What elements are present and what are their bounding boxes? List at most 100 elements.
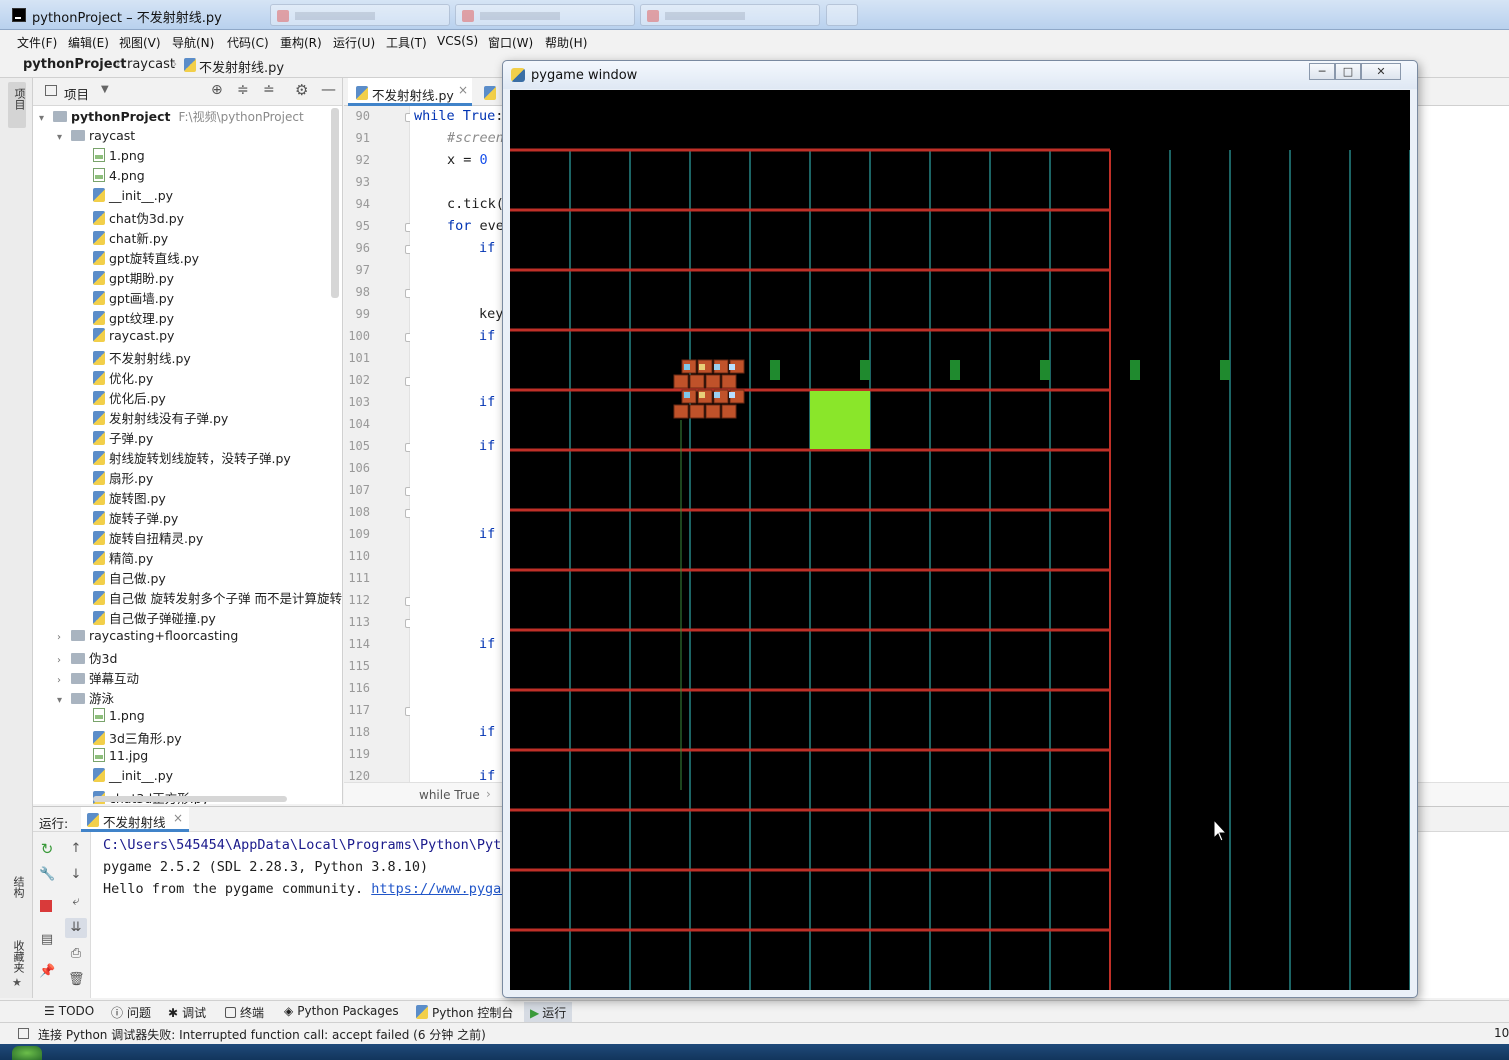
chevron-down-icon[interactable]: ▼ xyxy=(101,84,109,95)
tree-file[interactable]: gpt旋转直线.py xyxy=(93,248,199,268)
favorites-tool-button[interactable]: 收藏夹 xyxy=(10,940,26,973)
tree-file[interactable]: 旋转图.py xyxy=(93,488,166,508)
tree-file[interactable]: 旋转子弹.py xyxy=(93,508,178,528)
tree-file[interactable]: gpt画墙.py xyxy=(93,288,174,308)
debug-tool-button[interactable]: ✱ 调试 xyxy=(168,1004,206,1021)
start-button[interactable] xyxy=(12,1046,42,1060)
scope-breadcrumb[interactable]: while True xyxy=(419,788,480,802)
tree-folder[interactable]: ▾ 游泳 xyxy=(57,688,114,708)
menu-view[interactable]: 视图(V) xyxy=(119,34,161,51)
print-icon[interactable]: ⎙ xyxy=(68,946,84,962)
status-message[interactable]: 连接 Python 调试器失败: Interrupted function ca… xyxy=(38,1026,486,1043)
breadcrumb-project[interactable]: pythonProject xyxy=(23,57,127,72)
stop-icon[interactable] xyxy=(40,900,52,912)
tree-file[interactable]: gpt期盼.py xyxy=(93,268,174,288)
project-tool-button[interactable]: 项目 xyxy=(8,82,26,128)
chevron-down-icon[interactable]: ▾ xyxy=(57,695,71,706)
chevron-down-icon[interactable]: ▾ xyxy=(57,132,71,143)
menu-window[interactable]: 窗口(W) xyxy=(488,34,533,51)
tree-root[interactable]: ▾ pythonProject F:\视频\pythonProject xyxy=(39,108,304,128)
tree-file[interactable]: chat伪3d.py xyxy=(93,208,184,228)
pygame-title-bar[interactable]: pygame window ─ □ ✕ xyxy=(503,61,1417,89)
run-tool-button[interactable]: ▶ 运行 xyxy=(524,1002,573,1023)
tree-file[interactable]: 自己做.py xyxy=(93,568,166,588)
background-window-tab[interactable] xyxy=(455,4,635,26)
menu-file[interactable]: 文件(F) xyxy=(17,34,57,51)
tree-file[interactable]: 自己做子弹碰撞.py xyxy=(93,608,216,628)
todo-tool-button[interactable]: ☰ TODO xyxy=(44,1004,94,1018)
background-window-tab[interactable] xyxy=(270,4,450,26)
menu-navigate[interactable]: 导航(N) xyxy=(172,34,214,51)
python-packages-tool-button[interactable]: ◈ Python Packages xyxy=(284,1004,399,1018)
pin-icon[interactable]: 📌 xyxy=(39,964,55,980)
editor-tab-active[interactable]: 不发射射线.py × xyxy=(348,78,472,106)
menu-run[interactable]: 运行(U) xyxy=(333,34,375,51)
rerun-icon[interactable]: ↻ xyxy=(39,841,55,857)
scroll-to-end-icon[interactable]: ⇊ xyxy=(65,918,87,938)
tree-file[interactable]: 优化后.py xyxy=(93,388,166,408)
tree-file[interactable]: 不发射射线.py xyxy=(93,348,191,368)
minimize-button[interactable]: ─ xyxy=(1309,63,1335,80)
gear-icon[interactable]: ⚙ xyxy=(295,81,308,99)
menu-refactor[interactable]: 重构(R) xyxy=(280,34,322,51)
tree-file[interactable]: gpt纹理.py xyxy=(93,308,174,328)
chevron-right-icon[interactable]: › xyxy=(57,632,71,643)
tree-file[interactable]: 自己做 旋转发射多个子弹 而不是计算旋转射 xyxy=(93,588,342,608)
chevron-right-icon[interactable]: › xyxy=(57,655,71,666)
tree-file[interactable]: 11.jpg xyxy=(93,748,148,768)
tree-file[interactable]: 发射射线没有子弹.py xyxy=(93,408,228,428)
minimize-icon[interactable]: — xyxy=(321,80,336,98)
pygame-window[interactable]: pygame window ─ □ ✕ xyxy=(502,60,1418,998)
new-tab-button[interactable] xyxy=(826,4,858,26)
collapse-all-icon[interactable]: ≐ xyxy=(263,82,275,98)
layout-icon[interactable]: ▤ xyxy=(39,932,55,948)
arrow-up-icon[interactable]: ↑ xyxy=(68,841,84,857)
tree-folder[interactable]: ▾ raycast xyxy=(57,128,135,148)
menu-help[interactable]: 帮助(H) xyxy=(545,34,587,51)
console-link[interactable]: https://www.pygam xyxy=(371,881,509,897)
toggle-tool-windows-icon[interactable] xyxy=(18,1028,29,1039)
maximize-button[interactable]: □ xyxy=(1335,63,1361,80)
breadcrumb-folder[interactable]: raycast xyxy=(127,57,175,72)
menu-tools[interactable]: 工具(T) xyxy=(386,34,427,51)
problems-tool-button[interactable]: ⓘ 问题 xyxy=(111,1004,151,1021)
structure-tool-button[interactable]: 结构 xyxy=(10,876,26,898)
soft-wrap-icon[interactable]: ⤶ xyxy=(68,894,84,910)
arrow-down-icon[interactable]: ↓ xyxy=(68,867,84,883)
terminal-tool-button[interactable]: 终端 xyxy=(225,1004,264,1021)
close-icon[interactable]: × xyxy=(458,83,468,97)
tree-folder[interactable]: › 弹幕互动 xyxy=(57,668,139,688)
tree-file[interactable]: __init__.py xyxy=(93,188,173,208)
tree-file[interactable]: 4.png xyxy=(93,168,145,188)
wrench-icon[interactable]: 🔧 xyxy=(39,867,55,883)
tree-file[interactable]: chat新.py xyxy=(93,228,168,248)
menu-edit[interactable]: 编辑(E) xyxy=(68,34,109,51)
run-tab[interactable]: 不发射射线 × xyxy=(81,807,189,832)
tree-file[interactable]: 1.png xyxy=(93,148,145,168)
tree-file[interactable]: 子弹.py xyxy=(93,428,153,448)
tree-file[interactable]: 3d三角形.py xyxy=(93,728,182,748)
background-window-tab[interactable] xyxy=(640,4,820,26)
tree-scrollbar[interactable] xyxy=(331,108,339,298)
pygame-canvas[interactable] xyxy=(510,90,1410,990)
menu-vcs[interactable]: VCS(S) xyxy=(437,34,478,48)
tree-file[interactable]: __init__.py xyxy=(93,768,173,788)
tree-file[interactable]: 精简.py xyxy=(93,548,153,568)
tree-file[interactable]: 优化.py xyxy=(93,368,153,388)
tree-folder[interactable]: › raycasting+floorcasting xyxy=(57,628,238,648)
breadcrumb-file[interactable]: 不发射射线.py xyxy=(199,57,284,76)
python-console-tool-button[interactable]: Python 控制台 xyxy=(416,1004,513,1021)
tree-file[interactable]: 1.png xyxy=(93,708,145,728)
trash-icon[interactable]: 🗑 xyxy=(68,972,85,988)
close-button[interactable]: ✕ xyxy=(1361,63,1401,80)
tree-file[interactable]: 射线旋转划线旋转，没转子弹.py xyxy=(93,448,291,468)
menu-code[interactable]: 代码(C) xyxy=(227,34,269,51)
tree-folder[interactable]: › 伪3d xyxy=(57,648,117,668)
project-view-label[interactable]: 项目 xyxy=(64,84,89,103)
chevron-right-icon[interactable]: › xyxy=(57,675,71,686)
tree-file[interactable]: raycast.py xyxy=(93,328,174,348)
tree-horizontal-scrollbar[interactable] xyxy=(93,796,287,802)
tree-file[interactable]: 旋转自扭精灵.py xyxy=(93,528,203,548)
expand-all-icon[interactable]: ≑ xyxy=(237,82,249,98)
locate-icon[interactable]: ⊕ xyxy=(211,82,223,98)
